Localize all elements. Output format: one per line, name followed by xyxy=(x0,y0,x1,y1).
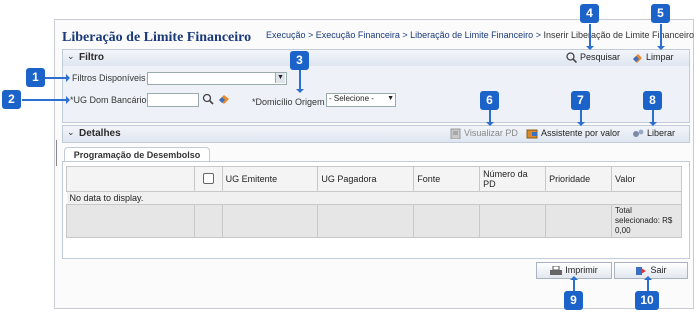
arrow-head-icon xyxy=(649,122,657,130)
ug-clear-button[interactable] xyxy=(218,93,230,107)
arrow-head-icon xyxy=(486,122,494,130)
breadcrumb-item[interactable]: Liberação de Limite Financeiro xyxy=(410,30,533,40)
callout-badge-3: 3 xyxy=(290,51,309,70)
exit-button-label: Sair xyxy=(650,265,667,275)
callout-connector xyxy=(299,69,301,91)
arrow-head-icon xyxy=(66,74,74,82)
callout-connector xyxy=(22,99,68,101)
clear-button[interactable]: Limpar xyxy=(632,52,674,64)
callout-connector xyxy=(660,24,662,48)
breadcrumb-separator: > xyxy=(305,30,316,40)
callout-connector xyxy=(647,278,649,292)
callout-connector xyxy=(573,278,575,292)
breadcrumb: Execução > Execução Financeira > Liberaç… xyxy=(266,30,694,40)
gears-icon xyxy=(633,129,644,138)
select-all-checkbox[interactable] xyxy=(202,172,214,184)
available-filters-select[interactable]: ▼ xyxy=(147,72,287,85)
column-header[interactable]: UG Emitente xyxy=(221,166,319,192)
table-cell xyxy=(221,204,319,238)
callout-badge-9: 9 xyxy=(564,291,583,310)
assistant-button[interactable]: Assistente por valor xyxy=(526,128,620,139)
document-icon xyxy=(450,128,461,140)
chevron-down-icon[interactable]: ▼ xyxy=(387,95,394,102)
callout-badge-10: 10 xyxy=(635,291,659,310)
filter-section-label: Filtro xyxy=(79,52,104,63)
eraser-icon xyxy=(633,54,642,64)
table-header-row: UG Emitente UG Pagadora Fonte Número da … xyxy=(66,166,682,192)
ug-input[interactable] xyxy=(147,93,199,107)
divider-line xyxy=(56,140,57,166)
callout-badge-5: 5 xyxy=(651,4,670,23)
search-icon xyxy=(566,52,577,64)
wallet-icon xyxy=(526,129,538,139)
arrow-head-icon xyxy=(657,46,665,54)
arrow-head-icon xyxy=(66,96,74,104)
breadcrumb-separator: > xyxy=(533,30,544,40)
ug-search-button[interactable] xyxy=(202,93,214,107)
breadcrumb-separator: > xyxy=(399,30,411,40)
callout-badge-4: 4 xyxy=(580,4,599,23)
breadcrumb-item[interactable]: Execução Financeira xyxy=(316,30,400,40)
breadcrumb-current: Inserir Liberação de Limite Financeiro xyxy=(543,30,695,40)
eraser-icon xyxy=(219,95,229,104)
table-cell xyxy=(317,204,415,238)
callout-badge-8: 8 xyxy=(643,91,662,110)
arrow-head-icon xyxy=(570,272,578,280)
tab-programacao-desembolso[interactable]: Programação de Desembolso xyxy=(64,147,210,162)
table-cell xyxy=(193,204,223,238)
no-data-message: No data to display. xyxy=(66,191,682,205)
total-selected: Total selecionado: R$ 0,00 xyxy=(611,204,682,238)
details-section-label: Detalhes xyxy=(79,128,121,139)
domicilio-value: - Selecione - xyxy=(329,94,374,103)
arrow-head-icon xyxy=(296,89,304,97)
callout-badge-7: 7 xyxy=(571,91,590,110)
table-row: No data to display. xyxy=(66,191,682,205)
callout-badge-6: 6 xyxy=(480,91,499,110)
printer-icon xyxy=(550,265,563,275)
data-table: UG Emitente UG Pagadora Fonte Número da … xyxy=(66,166,682,238)
select-all-column xyxy=(193,166,223,192)
column-header[interactable]: Número da PD xyxy=(479,166,547,192)
arrow-head-icon xyxy=(644,272,652,280)
column-header[interactable]: Fonte xyxy=(413,166,481,192)
search-icon xyxy=(202,93,214,105)
available-filters-label: Filtros Disponíveis xyxy=(72,73,146,83)
breadcrumb-item[interactable]: Execução xyxy=(266,30,306,40)
callout-connector xyxy=(589,24,591,48)
table-cell xyxy=(413,204,481,238)
table-header-spacer xyxy=(66,166,195,192)
callout-badge-1: 1 xyxy=(26,68,45,87)
table-cell xyxy=(545,204,612,238)
chevron-down-icon[interactable]: ⌄ xyxy=(67,127,75,138)
column-header[interactable]: UG Pagadora xyxy=(317,166,415,192)
arrow-head-icon xyxy=(586,46,594,54)
column-header[interactable]: Prioridade xyxy=(545,166,612,192)
column-header[interactable]: Valor xyxy=(611,166,682,192)
arrow-head-icon xyxy=(577,122,585,130)
callout-badge-2: 2 xyxy=(2,90,21,109)
chevron-down-icon[interactable]: ⌄ xyxy=(67,51,75,62)
ug-label: *UG Dom Bancário xyxy=(70,95,147,105)
chevron-down-icon[interactable]: ▼ xyxy=(275,73,285,83)
table-cell xyxy=(66,204,195,238)
domicilio-label: *Domicílio Origem xyxy=(252,97,325,107)
table-summary-row: Total selecionado: R$ 0,00 xyxy=(66,204,682,238)
table-cell xyxy=(479,204,547,238)
domicilio-select[interactable]: - Selecione - ▼ xyxy=(326,93,396,107)
view-pd-button[interactable]: Visualizar PD xyxy=(450,128,518,140)
page-title: Liberação de Limite Financeiro xyxy=(62,30,252,45)
